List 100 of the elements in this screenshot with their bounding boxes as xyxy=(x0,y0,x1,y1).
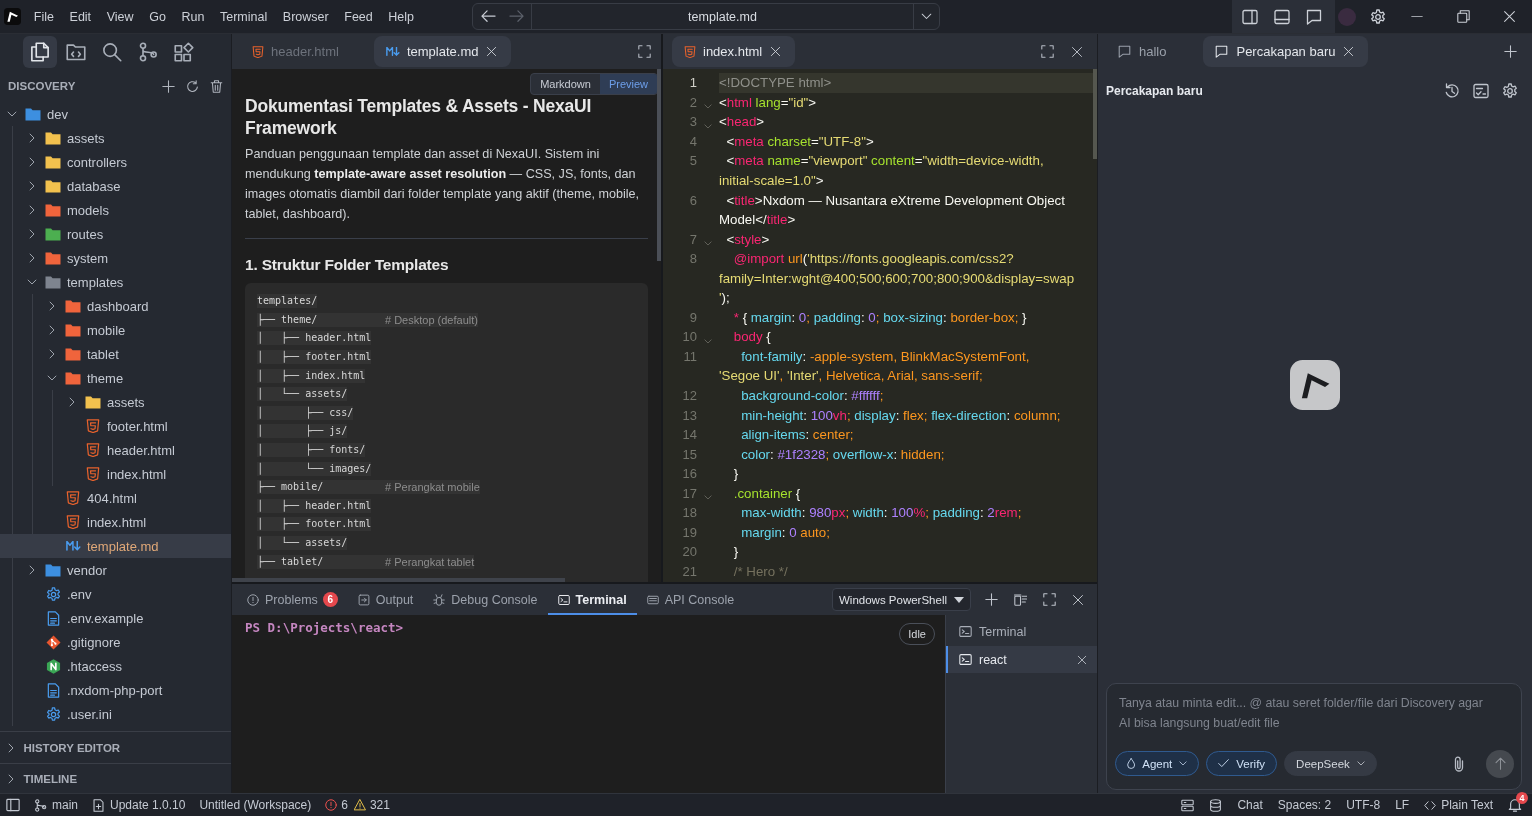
menu-item[interactable]: Browser xyxy=(275,6,337,27)
tree-item[interactable]: dashboard xyxy=(0,294,231,318)
tree-item[interactable]: .env.example xyxy=(0,606,231,630)
plus-icon[interactable] xyxy=(985,593,998,606)
chevron-right-icon[interactable] xyxy=(68,397,76,407)
maximize-icon[interactable] xyxy=(638,45,651,58)
chevron-right-icon[interactable] xyxy=(8,742,15,753)
tree-item[interactable]: index.html xyxy=(0,510,231,534)
verify-toggle[interactable]: Verify xyxy=(1206,751,1278,776)
tree-item[interactable]: dev xyxy=(0,102,231,126)
tree-item[interactable]: vendor xyxy=(0,558,231,582)
scrollbar-thumb[interactable] xyxy=(657,69,661,261)
chevron-right-icon[interactable] xyxy=(8,773,15,784)
tree-item[interactable]: assets xyxy=(0,126,231,150)
panel-right-icon[interactable] xyxy=(1242,8,1258,25)
status-item[interactable]: Chat xyxy=(1237,798,1263,812)
terminal-session[interactable]: Terminal xyxy=(946,618,1097,645)
tree-item[interactable]: 404.html xyxy=(0,486,231,510)
chevron-right-icon[interactable] xyxy=(28,181,36,191)
terminal-session[interactable]: react xyxy=(946,646,1097,673)
server-icon[interactable] xyxy=(1181,798,1195,812)
plus-icon[interactable] xyxy=(1504,45,1517,58)
chat-tab[interactable]: Percakapan baru xyxy=(1203,36,1369,67)
trash-icon[interactable] xyxy=(210,79,223,93)
branch-icon[interactable] xyxy=(138,42,158,62)
files-icon[interactable] xyxy=(30,42,50,62)
status-item[interactable]: Plain Text xyxy=(1424,798,1493,812)
tree-item[interactable]: mobile xyxy=(0,318,231,342)
command-center[interactable]: template.md xyxy=(472,3,940,30)
back-arrow-icon[interactable] xyxy=(481,10,496,23)
menu-item[interactable]: View xyxy=(98,6,142,27)
menu-item[interactable]: Edit xyxy=(61,6,99,27)
tree-item[interactable]: templates xyxy=(0,270,231,294)
history-icon[interactable] xyxy=(1444,83,1460,99)
chevron-right-icon[interactable] xyxy=(28,133,36,143)
status-item[interactable]: 6 xyxy=(325,798,348,812)
chevron-right-icon[interactable] xyxy=(28,157,36,167)
shell-select[interactable]: Windows PowerShell xyxy=(832,588,971,611)
section-header[interactable]: HISTORY EDITOR xyxy=(0,731,231,763)
tree-item[interactable]: .user.ini xyxy=(0,702,231,726)
restore-icon[interactable] xyxy=(1456,10,1470,23)
tree-item[interactable]: controllers xyxy=(0,150,231,174)
panel-tab[interactable]: Debug Console xyxy=(423,584,548,615)
menu-item[interactable]: Help xyxy=(380,6,422,27)
status-item[interactable]: Untitled (Workspace) xyxy=(199,798,312,812)
close-icon[interactable] xyxy=(1072,593,1084,606)
chevron-down-icon[interactable] xyxy=(921,12,932,21)
chat-bubble-icon[interactable] xyxy=(1306,8,1322,25)
tree-item[interactable]: routes xyxy=(0,222,231,246)
chat-composer[interactable]: Tanya atau minta edit... @ atau seret folder/file dari Discovery agar AI bisa langsung buat/edit file Agent Verify DeepSeek xyxy=(1106,683,1522,790)
menu-item[interactable]: File xyxy=(26,6,62,27)
paperclip-icon[interactable] xyxy=(1454,755,1464,772)
editor-tab[interactable]: template.md xyxy=(373,36,512,67)
settings-icon[interactable] xyxy=(1370,8,1386,25)
editor-tab[interactable]: index.html xyxy=(672,36,796,67)
tree-item[interactable]: .gitignore xyxy=(0,630,231,654)
chevron-right-icon[interactable] xyxy=(48,349,56,359)
tree-item[interactable]: tablet xyxy=(0,342,231,366)
menu-item[interactable]: Run xyxy=(173,6,213,27)
tree-item[interactable]: index.html xyxy=(0,462,231,486)
chevron-right-icon[interactable] xyxy=(28,253,36,263)
menu-item[interactable]: Feed xyxy=(336,6,381,27)
chevron-right-icon[interactable] xyxy=(48,301,56,311)
tree-item[interactable]: .htaccess xyxy=(0,654,231,678)
chevron-right-icon[interactable] xyxy=(28,205,36,215)
close-icon[interactable] xyxy=(1343,46,1355,57)
scrollbar-thumb[interactable] xyxy=(232,578,565,582)
maximize-icon[interactable] xyxy=(1041,45,1054,58)
scrollbar-thumb[interactable] xyxy=(1093,69,1097,159)
tree-item[interactable]: header.html xyxy=(0,438,231,462)
panel-tab[interactable]: Problems 6 xyxy=(237,584,348,615)
chevron-down-icon[interactable] xyxy=(47,374,57,382)
chevron-right-icon[interactable] xyxy=(48,325,56,335)
trash-icon[interactable] xyxy=(1014,593,1027,606)
tree-item[interactable]: template.md xyxy=(0,534,231,558)
search-icon[interactable] xyxy=(102,42,122,62)
chevron-right-icon[interactable] xyxy=(28,229,36,239)
menu-item[interactable]: Terminal xyxy=(212,6,275,27)
panel-bottom-icon[interactable] xyxy=(1274,8,1290,25)
status-item[interactable]: Spaces: 2 xyxy=(1277,798,1332,812)
tree-item[interactable]: .env xyxy=(0,582,231,606)
tree-item[interactable]: system xyxy=(0,246,231,270)
tree-item[interactable]: footer.html xyxy=(0,414,231,438)
status-item[interactable]: 321 xyxy=(353,798,390,812)
plus-icon[interactable] xyxy=(162,79,175,93)
view-mode-button[interactable]: Preview xyxy=(599,74,657,94)
layout-icon[interactable] xyxy=(6,798,20,812)
maximize-icon[interactable] xyxy=(1043,593,1056,606)
model-dropdown[interactable]: DeepSeek xyxy=(1284,751,1377,776)
tree-item[interactable]: assets xyxy=(0,390,231,414)
checklist-icon[interactable] xyxy=(1473,83,1489,99)
extensions-icon[interactable] xyxy=(174,42,194,62)
folder-code-icon[interactable] xyxy=(66,42,86,62)
tree-item[interactable]: models xyxy=(0,198,231,222)
minimize-icon[interactable] xyxy=(1411,15,1423,18)
close-icon[interactable] xyxy=(1077,654,1087,665)
chevron-down-icon[interactable] xyxy=(7,110,17,118)
status-item[interactable]: UTF-8 xyxy=(1346,798,1381,812)
panel-tab[interactable]: Output xyxy=(347,584,424,615)
close-icon[interactable] xyxy=(770,46,782,57)
